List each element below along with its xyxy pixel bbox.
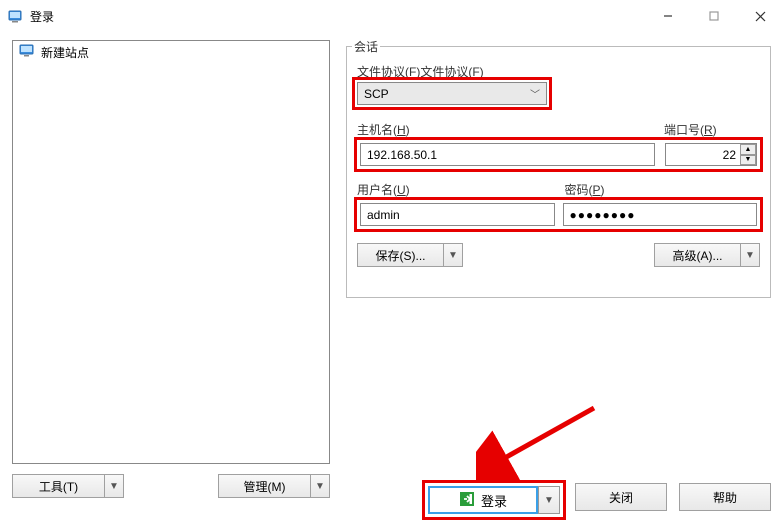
login-icon <box>459 491 475 510</box>
minimize-button[interactable] <box>645 0 691 32</box>
new-site-label: 新建站点 <box>41 44 89 61</box>
help-button[interactable]: 帮助 <box>679 483 771 511</box>
port-spinner[interactable]: ▲ ▼ <box>740 144 756 165</box>
close-window-button[interactable] <box>737 0 783 32</box>
session-group-label: 会话 <box>352 38 380 55</box>
chevron-down-icon: ▼ <box>544 495 554 506</box>
host-input[interactable] <box>360 143 655 166</box>
login-button[interactable]: 登录 <box>428 486 538 514</box>
username-label: 用户名(U) <box>357 181 553 198</box>
chevron-down-icon: ▼ <box>448 250 458 261</box>
login-label: 登录 <box>481 491 507 510</box>
host-label: 主机名(H) <box>357 121 652 138</box>
chevron-down-icon: ▼ <box>740 155 756 166</box>
session-group: 文件协议(F)文件协议(F)文件协议(F) SCP ﹀ 主机名(H) 端口号(R… <box>346 46 771 298</box>
protocol-label: 文件协议(F)文件协议(F)文件协议(F) <box>357 63 760 80</box>
new-site-item[interactable]: 新建站点 <box>15 43 327 62</box>
close-button[interactable]: 关闭 <box>575 483 667 511</box>
app-icon <box>8 8 24 24</box>
title-bar: 登录 <box>0 0 783 32</box>
protocol-value: SCP <box>364 87 389 101</box>
login-dropdown-arrow[interactable]: ▼ <box>538 486 560 514</box>
chevron-down-icon: ▼ <box>745 250 755 261</box>
port-label: 端口号(R) <box>664 121 760 138</box>
chevron-down-icon: ﹀ <box>530 86 540 101</box>
username-input[interactable] <box>360 203 555 226</box>
advanced-dropdown-arrow[interactable]: ▼ <box>740 243 760 267</box>
site-list[interactable]: 新建站点 <box>12 40 330 464</box>
maximize-button[interactable] <box>691 0 737 32</box>
advanced-button[interactable]: 高级(A)... <box>654 243 740 267</box>
chevron-up-icon: ▲ <box>740 144 756 155</box>
save-dropdown-arrow[interactable]: ▼ <box>443 243 463 267</box>
window-title: 登录 <box>30 8 54 25</box>
monitor-icon <box>19 44 35 61</box>
annotation-arrow-icon <box>476 400 606 480</box>
protocol-select[interactable]: SCP ﹀ <box>357 82 547 105</box>
save-button[interactable]: 保存(S)... <box>357 243 443 267</box>
password-label: 密码(P) <box>565 181 761 198</box>
password-input[interactable] <box>563 203 758 226</box>
